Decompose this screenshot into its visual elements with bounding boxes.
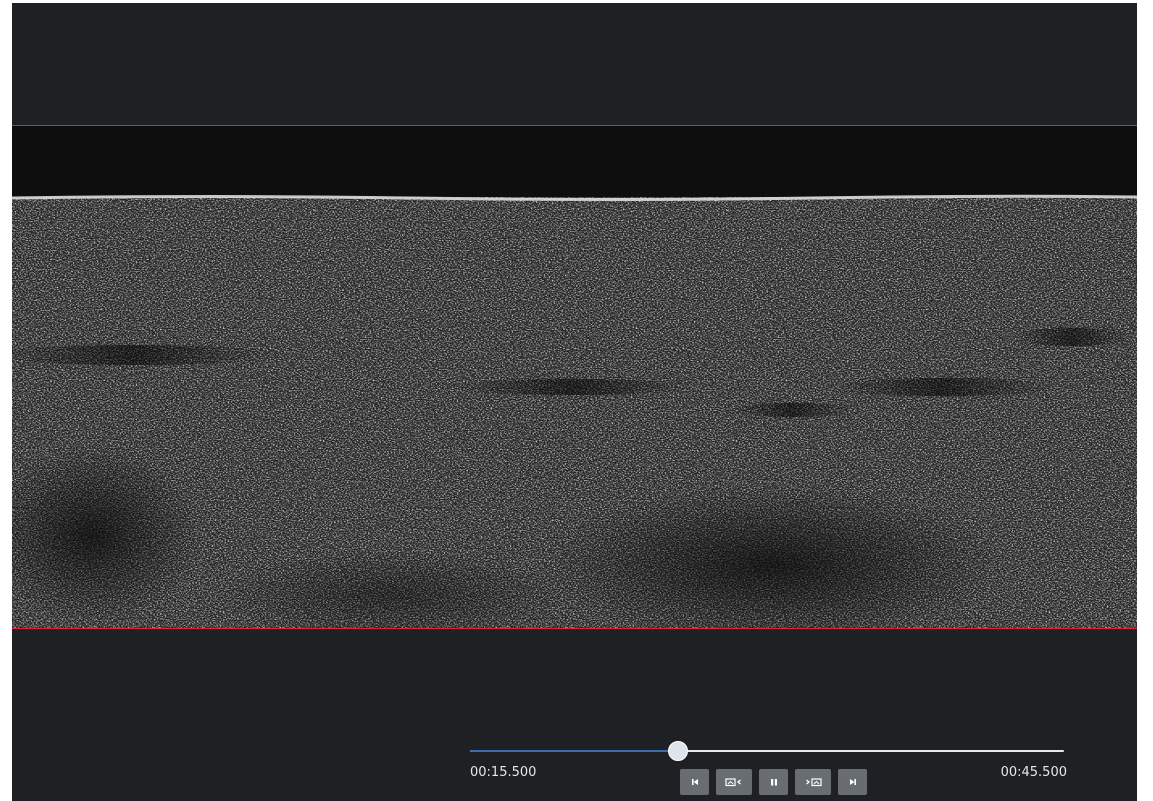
video-player-window: 00:15.500 00:45.500: [12, 3, 1137, 801]
frame-back-icon: [725, 778, 741, 787]
timeline-thumb[interactable]: [667, 741, 688, 761]
oct-scan-viewer[interactable]: [12, 125, 1137, 629]
next-frame-button[interactable]: [795, 769, 831, 795]
playback-controls: 00:15.500 00:45.500: [12, 729, 1137, 801]
previous-frame-button[interactable]: [716, 769, 752, 795]
frame-forward-icon: [806, 778, 822, 787]
current-time: 00:15.500: [470, 765, 537, 780]
timeline-slider[interactable]: [470, 741, 1064, 761]
pause-button[interactable]: [759, 769, 788, 795]
transport-buttons: [680, 769, 867, 795]
skip-back-icon: [691, 779, 698, 785]
oct-scan-image: [12, 125, 1137, 629]
roi-bottom-line[interactable]: [12, 628, 1137, 629]
skip-to-end-button[interactable]: [838, 769, 867, 795]
roi-top-line[interactable]: [12, 125, 1137, 126]
pause-icon: [770, 779, 777, 786]
total-time: 00:45.500: [1000, 765, 1067, 780]
skip-forward-icon: [849, 779, 856, 785]
timeline-progress: [470, 750, 678, 752]
skip-to-start-button[interactable]: [680, 769, 709, 795]
